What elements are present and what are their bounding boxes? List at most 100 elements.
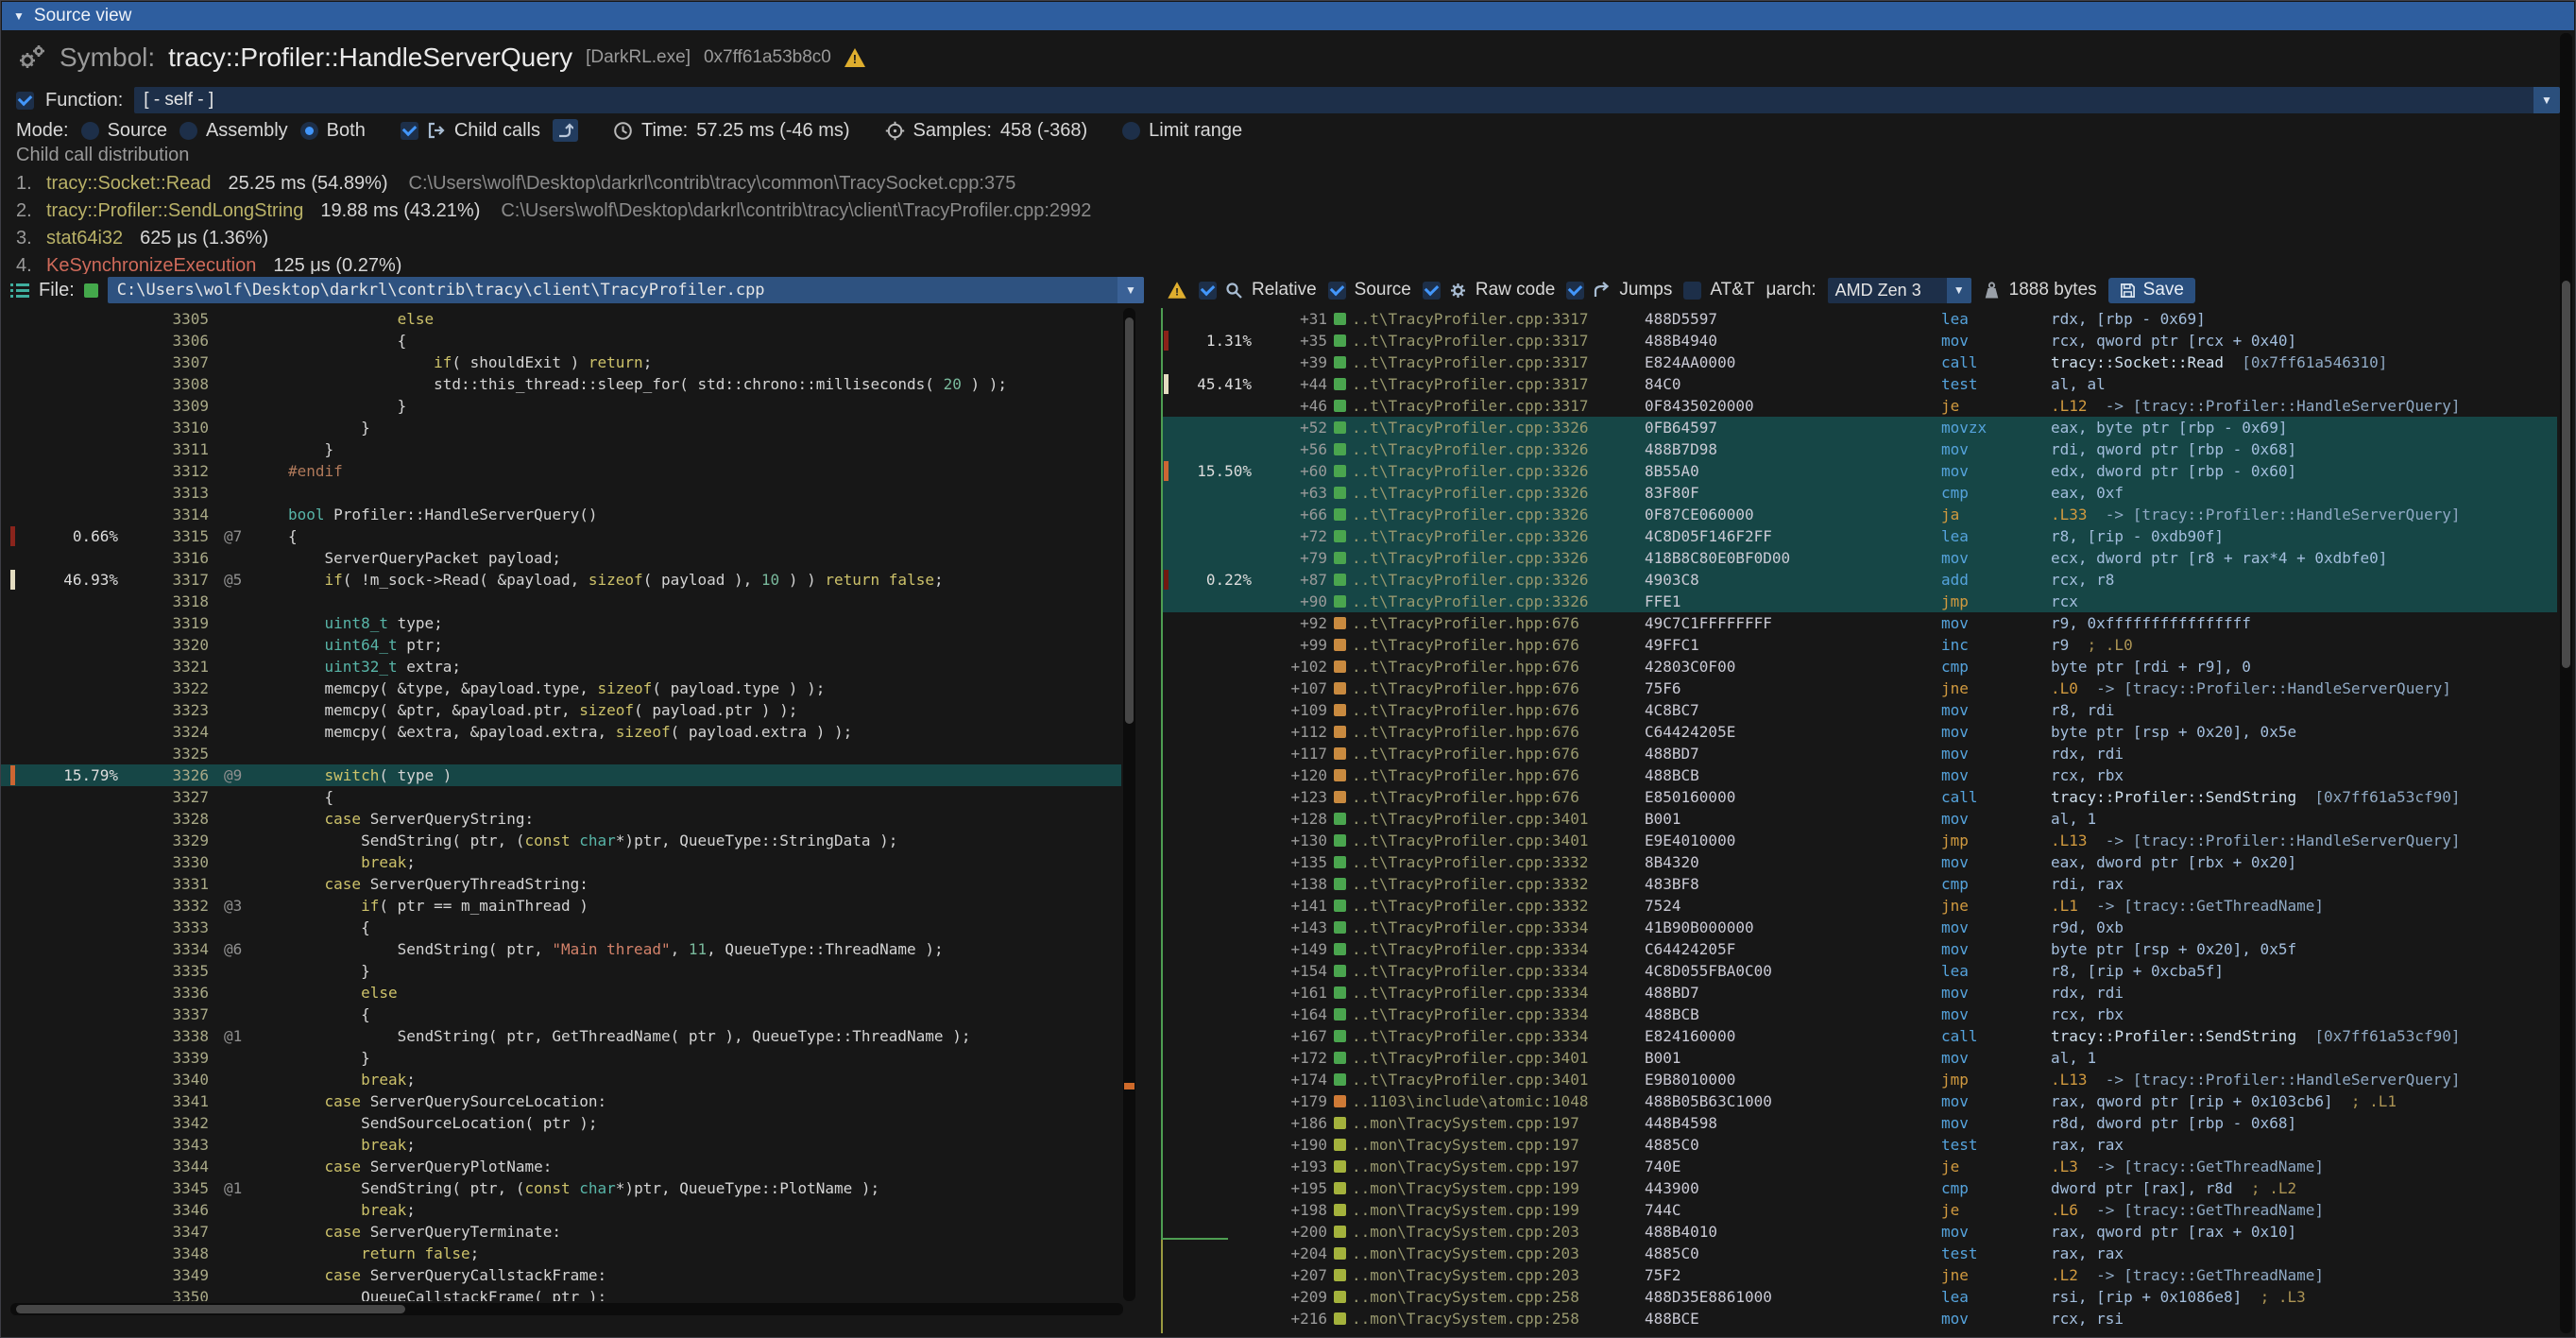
source-line[interactable]: 3330 break; <box>1 851 1121 873</box>
scrollbar-handle[interactable] <box>1125 317 1134 724</box>
asm-row[interactable]: +123..t\TracyProfiler.hpp:676E850160000c… <box>1161 786 2557 808</box>
asm-source-location[interactable]: ..t\TracyProfiler.cpp:3317 <box>1352 330 1637 352</box>
asm-source-location[interactable]: ..t\TracyProfiler.hpp:676 <box>1352 721 1637 743</box>
source-line[interactable]: 3350 QueueCallstackFrame( ptr ); <box>1 1286 1121 1301</box>
asm-source-location[interactable]: ..t\TracyProfiler.cpp:3326 <box>1352 438 1637 460</box>
asm-source-location[interactable]: ..t\TracyProfiler.hpp:676 <box>1352 612 1637 634</box>
asm-row[interactable]: +46..t\TracyProfiler.cpp:33170F843502000… <box>1161 395 2557 417</box>
asm-row[interactable]: +109..t\TracyProfiler.hpp:6764C8BC7movr8… <box>1161 699 2557 721</box>
asm-row[interactable]: 45.41%+44..t\TracyProfiler.cpp:331784C0t… <box>1161 373 2557 395</box>
list-icon[interactable] <box>10 282 29 300</box>
asm-source-location[interactable]: ..t\TracyProfiler.cpp:3334 <box>1352 938 1637 960</box>
source-line[interactable]: 3335 } <box>1 960 1121 982</box>
source-line[interactable]: 46.93%3317@5 if( !m_sock->Read( &payload… <box>1 569 1121 591</box>
asm-row[interactable]: +200..mon\TracySystem.cpp:203488B4010mov… <box>1161 1221 2557 1243</box>
asm-row[interactable]: +56..t\TracyProfiler.cpp:3326488B7D98mov… <box>1161 438 2557 460</box>
source-toggle[interactable]: Source <box>1328 280 1411 300</box>
source-line[interactable]: 3343 break; <box>1 1134 1121 1156</box>
asm-row[interactable]: +72..t\TracyProfiler.cpp:33264C8D05F146F… <box>1161 525 2557 547</box>
asm-source-location[interactable]: ..mon\TracySystem.cpp:197 <box>1352 1156 1637 1177</box>
source-line[interactable]: 3311 } <box>1 438 1121 460</box>
asm-source-location[interactable]: ..t\TracyProfiler.hpp:676 <box>1352 786 1637 808</box>
source-line[interactable]: 3346 break; <box>1 1199 1121 1221</box>
source-line[interactable]: 3345@1 SendString( ptr, (const char*)ptr… <box>1 1177 1121 1199</box>
asm-source-location[interactable]: ..mon\TracySystem.cpp:258 <box>1352 1286 1637 1308</box>
asm-source-location[interactable]: ..t\TracyProfiler.hpp:676 <box>1352 634 1637 656</box>
titlebar[interactable]: ▼ Source view <box>2 2 2574 30</box>
asm-row[interactable]: +164..t\TracyProfiler.cpp:3334488BCBmovr… <box>1161 1004 2557 1025</box>
asm-row[interactable]: +193..mon\TracySystem.cpp:197740Eje.L3 -… <box>1161 1156 2557 1177</box>
asm-source-location[interactable]: ..mon\TracySystem.cpp:203 <box>1352 1243 1637 1264</box>
asm-row[interactable]: +107..t\TracyProfiler.hpp:67675F6jne.L0 … <box>1161 678 2557 699</box>
child-call-row[interactable]: 3.stat64i32625 μs (1.36%) <box>16 225 2547 252</box>
source-line[interactable]: 3319 uint8_t type; <box>1 612 1121 634</box>
asm-source-location[interactable]: ..t\TracyProfiler.cpp:3334 <box>1352 1025 1637 1047</box>
asm-source-location[interactable]: ..mon\TracySystem.cpp:197 <box>1352 1134 1637 1156</box>
raw-code-toggle[interactable]: Raw code <box>1423 280 1556 300</box>
asm-row[interactable]: +167..t\TracyProfiler.cpp:3334E824160000… <box>1161 1025 2557 1047</box>
source-line[interactable]: 3321 uint32_t extra; <box>1 656 1121 678</box>
source-checkbox[interactable] <box>1328 282 1346 300</box>
source-line[interactable]: 3322 memcpy( &type, &payload.type, sizeo… <box>1 678 1121 699</box>
asm-row[interactable]: +92..t\TracyProfiler.hpp:67649C7C1FFFFFF… <box>1161 612 2557 634</box>
source-line[interactable]: 3316 ServerQueryPacket payload; <box>1 547 1121 569</box>
asm-source-location[interactable]: ..t\TracyProfiler.cpp:3326 <box>1352 525 1637 547</box>
asm-source-location[interactable]: ..t\TracyProfiler.hpp:676 <box>1352 678 1637 699</box>
source-line[interactable]: 3327 { <box>1 786 1121 808</box>
asm-source-location[interactable]: ..1103\include\atomic:1048 <box>1352 1090 1637 1112</box>
asm-row[interactable]: +149..t\TracyProfiler.cpp:3334C64424205F… <box>1161 938 2557 960</box>
source-line[interactable]: 3339 } <box>1 1047 1121 1069</box>
asm-source-location[interactable]: ..mon\TracySystem.cpp:199 <box>1352 1199 1637 1221</box>
source-line[interactable]: 3342 SendSourceLocation( ptr ); <box>1 1112 1121 1134</box>
collapse-icon[interactable]: ▼ <box>13 9 25 23</box>
source-line[interactable]: 3314bool Profiler::HandleServerQuery() <box>1 504 1121 525</box>
chevron-down-icon[interactable]: ▼ <box>1117 277 1144 303</box>
radio-icon[interactable] <box>81 122 99 140</box>
source-line[interactable]: 3338@1 SendString( ptr, GetThreadName( p… <box>1 1025 1121 1047</box>
asm-row[interactable]: +195..mon\TracySystem.cpp:199443900cmpdw… <box>1161 1177 2557 1199</box>
source-line[interactable]: 3348 return false; <box>1 1243 1121 1264</box>
asm-row[interactable]: 0.22%+87..t\TracyProfiler.cpp:33264903C8… <box>1161 569 2557 591</box>
asm-source-location[interactable]: ..t\TracyProfiler.cpp:3401 <box>1352 1069 1637 1090</box>
asm-row[interactable]: +161..t\TracyProfiler.cpp:3334488BD7movr… <box>1161 982 2557 1004</box>
relative-checkbox[interactable] <box>1199 282 1217 300</box>
asm-row[interactable]: +198..mon\TracySystem.cpp:199744Cje.L6 -… <box>1161 1199 2557 1221</box>
asm-row[interactable]: +52..t\TracyProfiler.cpp:33260FB64597mov… <box>1161 417 2557 438</box>
source-line[interactable]: 3336 else <box>1 982 1121 1004</box>
asm-source-location[interactable]: ..mon\TracySystem.cpp:203 <box>1352 1264 1637 1286</box>
asm-row[interactable]: 15.50%+60..t\TracyProfiler.cpp:33268B55A… <box>1161 460 2557 482</box>
radio-selected-icon[interactable] <box>300 122 318 140</box>
scrollbar-handle[interactable] <box>16 1305 405 1313</box>
asm-source-location[interactable]: ..t\TracyProfiler.cpp:3326 <box>1352 591 1637 612</box>
source-line[interactable]: 3344 case ServerQueryPlotName: <box>1 1156 1121 1177</box>
jumps-checkbox[interactable] <box>1566 282 1584 300</box>
radio-icon[interactable] <box>179 122 197 140</box>
asm-source-location[interactable]: ..t\TracyProfiler.cpp:3401 <box>1352 830 1637 851</box>
source-line[interactable]: 3310 } <box>1 417 1121 438</box>
asm-row[interactable]: +112..t\TracyProfiler.hpp:676C64424205Em… <box>1161 721 2557 743</box>
source-line[interactable]: 3323 memcpy( &ptr, &payload.ptr, sizeof(… <box>1 699 1121 721</box>
source-line[interactable]: 3320 uint64_t ptr; <box>1 634 1121 656</box>
asm-source-location[interactable]: ..mon\TracySystem.cpp:197 <box>1352 1112 1637 1134</box>
source-line[interactable]: 3347 case ServerQueryTerminate: <box>1 1221 1121 1243</box>
asm-row[interactable]: +120..t\TracyProfiler.hpp:676488BCBmovrc… <box>1161 764 2557 786</box>
source-line[interactable]: 3332@3 if( ptr == m_mainThread ) <box>1 895 1121 917</box>
asm-row[interactable]: 1.31%+35..t\TracyProfiler.cpp:3317488B49… <box>1161 330 2557 352</box>
source-line[interactable]: 3307 if( shouldExit ) return; <box>1 352 1121 373</box>
asm-source-location[interactable]: ..t\TracyProfiler.cpp:3326 <box>1352 547 1637 569</box>
source-line[interactable]: 0.66%3315@7{ <box>1 525 1121 547</box>
asm-row[interactable]: +204..mon\TracySystem.cpp:2034885C0testr… <box>1161 1243 2557 1264</box>
asm-row[interactable]: +143..t\TracyProfiler.cpp:333441B90B0000… <box>1161 917 2557 938</box>
asm-row[interactable]: +128..t\TracyProfiler.cpp:3401B001moval,… <box>1161 808 2557 830</box>
asm-source-location[interactable]: ..t\TracyProfiler.cpp:3334 <box>1352 960 1637 982</box>
asm-row[interactable]: +66..t\TracyProfiler.cpp:33260F87CE06000… <box>1161 504 2557 525</box>
source-line[interactable]: 3312#endif <box>1 460 1121 482</box>
asm-row[interactable]: +207..mon\TracySystem.cpp:20375F2jne.L2 … <box>1161 1264 2557 1286</box>
asm-row[interactable]: +174..t\TracyProfiler.cpp:3401E9B8010000… <box>1161 1069 2557 1090</box>
child-call-row[interactable]: 2.tracy::Profiler::SendLongString19.88 m… <box>16 197 2547 225</box>
source-line[interactable]: 3329 SendString( ptr, (const char*)ptr, … <box>1 830 1121 851</box>
source-line[interactable]: 15.79%3326@9 switch( type ) <box>1 764 1121 786</box>
source-line[interactable]: 3328 case ServerQueryString: <box>1 808 1121 830</box>
source-line[interactable]: 3341 case ServerQuerySourceLocation: <box>1 1090 1121 1112</box>
function-combo[interactable]: [ - self - ] ▼ <box>134 87 2560 113</box>
